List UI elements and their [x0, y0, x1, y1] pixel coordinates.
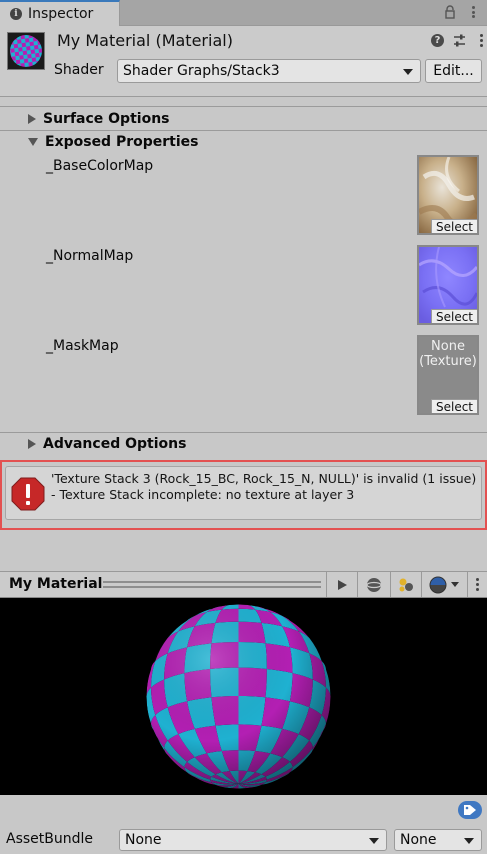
- error-message-line2: - Texture Stack incomplete: no texture a…: [51, 487, 355, 502]
- material-title: My Material (Material): [57, 31, 233, 50]
- texture-none-line2: (Texture): [419, 354, 477, 369]
- context-menu-icon[interactable]: [474, 34, 487, 47]
- chevron-down-icon: [28, 138, 38, 146]
- play-button[interactable]: [326, 572, 356, 597]
- chevron-down-icon: [369, 838, 379, 844]
- foldout-exposed-properties-label: Exposed Properties: [45, 134, 199, 150]
- property-label-normalmap: _NormalMap: [46, 248, 134, 264]
- error-message-line1: 'Texture Stack 3 (Rock_15_BC, Rock_15_N,…: [51, 471, 477, 486]
- foldout-surface-options[interactable]: Surface Options: [0, 108, 487, 130]
- sphere-mesh-icon: [365, 577, 382, 592]
- preview-lights-button[interactable]: [390, 572, 420, 597]
- chevron-right-icon: [28, 114, 36, 124]
- chevron-down-icon: [451, 582, 459, 587]
- tab-inspector-label: Inspector: [28, 6, 94, 22]
- preview-sphere[interactable]: [145, 603, 332, 790]
- material-thumbnail: [7, 32, 45, 70]
- foldout-advanced-options[interactable]: Advanced Options: [0, 433, 487, 455]
- assetbundle-name-value: None: [125, 832, 162, 848]
- property-label-basecolormap: _BaseColorMap: [46, 158, 154, 174]
- preview-mesh-button[interactable]: [357, 572, 389, 597]
- lights-icon: [399, 578, 413, 591]
- texture-slot-maskmap[interactable]: None (Texture) Select: [417, 335, 479, 415]
- asset-labels-button[interactable]: [458, 801, 482, 819]
- divider: [0, 96, 487, 97]
- tab-menu-icon[interactable]: [466, 5, 480, 19]
- preview-drag-handle[interactable]: [103, 581, 321, 588]
- chevron-down-icon: [464, 838, 474, 844]
- texture-slot-basecolormap[interactable]: Select: [417, 155, 479, 235]
- shader-dropdown[interactable]: Shader Graphs/Stack3: [117, 59, 421, 83]
- foldout-exposed-properties[interactable]: Exposed Properties: [0, 131, 487, 153]
- preview-menu-icon[interactable]: [467, 572, 487, 597]
- assetbundle-label: AssetBundle: [6, 831, 94, 847]
- chevron-right-icon: [28, 439, 36, 449]
- select-texture-button[interactable]: Select: [431, 399, 477, 413]
- preset-icon[interactable]: [452, 33, 467, 48]
- select-texture-button[interactable]: Select: [431, 309, 477, 323]
- assetbundle-variant-value: None: [400, 832, 437, 848]
- info-icon: i: [10, 8, 22, 20]
- foldout-advanced-options-label: Advanced Options: [43, 436, 187, 452]
- divider: [0, 106, 487, 107]
- select-texture-button[interactable]: Select: [431, 219, 477, 233]
- shader-dropdown-value: Shader Graphs/Stack3: [123, 63, 280, 79]
- tag-icon: [464, 805, 476, 815]
- help-icon[interactable]: ?: [430, 33, 445, 48]
- preview-background-dropdown[interactable]: [421, 572, 466, 597]
- property-label-maskmap: _MaskMap: [46, 338, 119, 354]
- preview-title: My Material: [9, 576, 103, 592]
- assetbundle-variant-dropdown[interactable]: None: [394, 829, 482, 851]
- chevron-down-icon: [403, 69, 413, 75]
- foldout-surface-options-label: Surface Options: [43, 111, 170, 127]
- texture-slot-normalmap[interactable]: Select: [417, 245, 479, 325]
- play-icon: [337, 579, 347, 590]
- texture-none-label: None (Texture): [419, 339, 477, 369]
- lock-icon[interactable]: [443, 5, 457, 19]
- assetbundle-name-dropdown[interactable]: None: [119, 829, 387, 851]
- shader-label: Shader: [54, 62, 104, 78]
- material-sphere-icon: [429, 576, 447, 593]
- error-octagon-icon: [11, 477, 45, 511]
- tab-inspector[interactable]: i Inspector: [0, 0, 120, 26]
- texture-none-line1: None: [431, 339, 465, 354]
- edit-shader-button[interactable]: Edit...: [425, 59, 482, 83]
